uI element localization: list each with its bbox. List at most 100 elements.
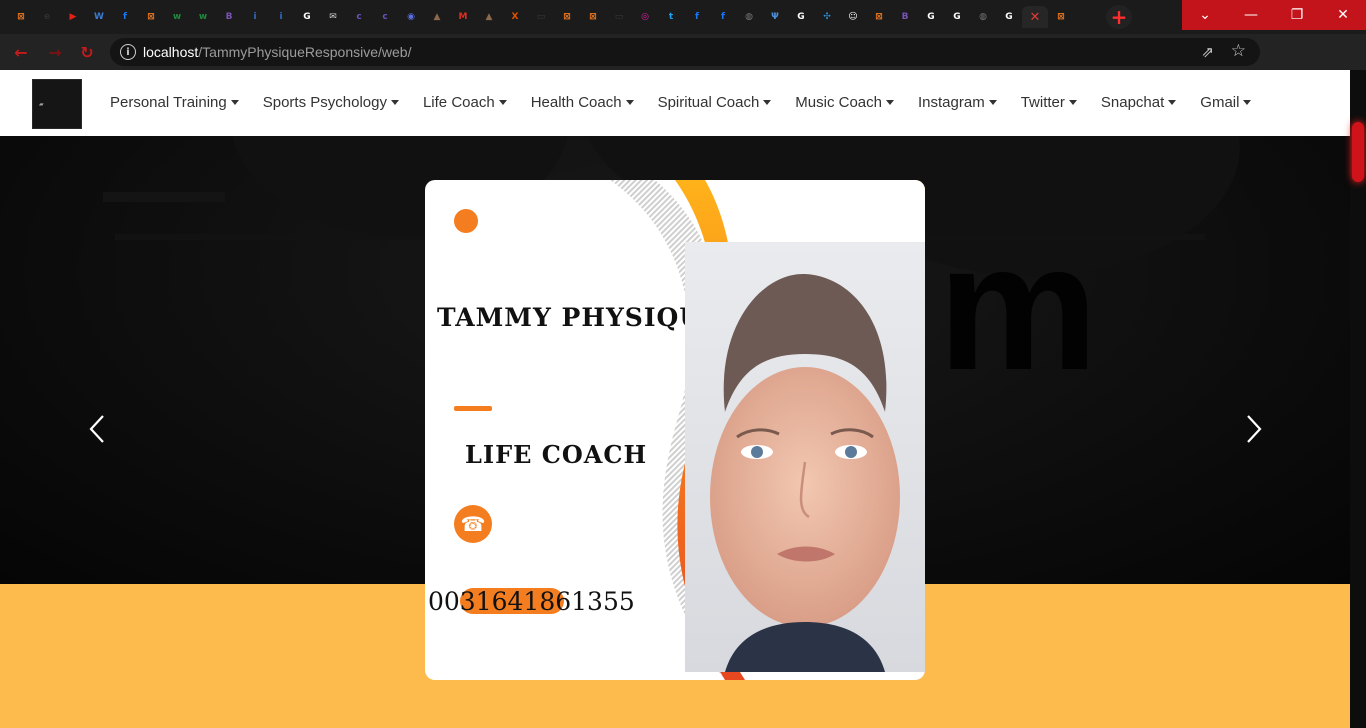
browser-tab[interactable]: ⊠ (1048, 6, 1074, 28)
browser-tab[interactable]: ✉ (320, 6, 346, 28)
browser-tab[interactable]: ◍ (736, 6, 762, 28)
browser-tab[interactable]: G (944, 6, 970, 28)
browser-tab[interactable]: ▶ (60, 6, 86, 28)
minimize-button[interactable]: — (1228, 0, 1274, 30)
browser-tab-strip: ⊠ e ▶ Wf ⊠ w w Bi i G ✉ c c ◉ ▲ M ▲ X ▭ ⊠ ⊠ ▭ ◎ t f f ◍ Ψ G ✣ ☺ ⊠ B G G ◍ G ✕… (0, 0, 1366, 34)
nav-item-snapchat[interactable]: Snapchat (1101, 94, 1177, 111)
facebook-icon: f (721, 11, 725, 22)
phone-icon: ☎ (454, 505, 492, 543)
nav-item-sports-psychology[interactable]: Sports Psychology (263, 94, 399, 111)
twitter-icon: t (668, 11, 674, 22)
browser-tab[interactable]: ⊠ (554, 6, 580, 28)
snapchat-icon: ☺ (848, 11, 858, 22)
reload-icon[interactable]: ↻ (76, 41, 98, 63)
browser-tab[interactable]: ▲ (424, 6, 450, 28)
google-icon: G (303, 11, 311, 22)
browser-tab[interactable]: f (112, 6, 138, 28)
dark-icon: ▭ (614, 11, 624, 22)
browser-tab[interactable]: f (684, 6, 710, 28)
browser-tab[interactable]: i (268, 6, 294, 28)
bookmark-star-icon[interactable]: ☆ (1231, 41, 1246, 61)
tab-search-chevron-icon[interactable]: ⌄ (1182, 0, 1228, 30)
nav-item-music-coach[interactable]: Music Coach (795, 94, 894, 111)
carousel-prev-icon[interactable] (88, 414, 108, 444)
browser-tab[interactable]: G (918, 6, 944, 28)
browser-tab[interactable]: G (996, 6, 1022, 28)
page-scrollbar[interactable] (1350, 70, 1366, 728)
url-path: /TammyPhysiqueResponsive/web/ (198, 44, 412, 60)
browser-tab[interactable]: X (502, 6, 528, 28)
browser-tab[interactable]: ◎ (632, 6, 658, 28)
site-info-icon[interactable]: i (120, 44, 136, 60)
address-bar[interactable]: i localhost/TammyPhysiqueResponsive/web/… (110, 38, 1260, 66)
new-tab-button[interactable]: + (1106, 5, 1132, 29)
browser-tab[interactable]: t (658, 6, 684, 28)
browser-tab[interactable]: ▭ (606, 6, 632, 28)
browser-tab[interactable]: ☺ (840, 6, 866, 28)
card-name: TAMMY PHYSIQUE (437, 303, 723, 332)
nav-item-instagram[interactable]: Instagram (918, 94, 997, 111)
url-text[interactable]: localhost/TammyPhysiqueResponsive/web/ (143, 44, 411, 60)
webflow-icon: w (198, 11, 208, 22)
browser-tab[interactable]: ◉ (398, 6, 424, 28)
nav-item-twitter[interactable]: Twitter (1021, 94, 1077, 111)
browser-tab[interactable]: G (294, 6, 320, 28)
browser-tab[interactable]: e (34, 6, 60, 28)
site-logo[interactable]: ▰ (32, 79, 82, 129)
url-host: localhost (143, 44, 199, 60)
caret-down-icon (763, 100, 772, 105)
nav-item-health-coach[interactable]: Health Coach (531, 94, 634, 111)
portrait-photo (685, 242, 925, 672)
browser-tab[interactable]: ⊠ (866, 6, 892, 28)
browser-tab[interactable]: ⊠ (8, 6, 34, 28)
browser-tab[interactable]: i (242, 6, 268, 28)
nav-item-gmail[interactable]: Gmail (1200, 94, 1252, 111)
nav-item-life-coach[interactable]: Life Coach (423, 94, 507, 111)
youtube-icon: ▶ (69, 11, 77, 22)
browser-tab[interactable]: Ψ (762, 6, 788, 28)
xampp-icon: ⊠ (17, 11, 25, 22)
share-icon[interactable]: ⇗ (1201, 43, 1214, 61)
instagram-icon: ◎ (641, 11, 649, 22)
browser-tab[interactable]: B (216, 6, 242, 28)
scrollbar-thumb[interactable] (1352, 122, 1364, 182)
browser-tab[interactable]: B (892, 6, 918, 28)
xampp-icon: ⊠ (1057, 11, 1065, 22)
bootstrap-icon: B (225, 11, 233, 22)
back-arrow-icon[interactable]: ← (10, 41, 32, 63)
page-viewport: ▰ Personal Training Sports Psychology Life… (0, 70, 1350, 728)
nav-item-personal-training[interactable]: Personal Training (110, 94, 239, 111)
browser-tab[interactable]: ✣ (814, 6, 840, 28)
xampp-icon: ⊠ (147, 11, 155, 22)
forward-arrow-icon[interactable]: → (44, 41, 66, 63)
webflow-icon: w (172, 11, 182, 22)
browser-tab[interactable]: c (372, 6, 398, 28)
browser-tab[interactable]: c (346, 6, 372, 28)
browser-tab[interactable]: ▲ (476, 6, 502, 28)
close-tab-icon[interactable]: ✕ (1030, 10, 1041, 25)
browser-tab[interactable]: ◍ (970, 6, 996, 28)
browser-tab[interactable]: ⊠ (138, 6, 164, 28)
browser-toolbar: ← → ↻ i localhost/TammyPhysiqueResponsiv… (0, 34, 1366, 97)
caret-down-icon (230, 100, 239, 105)
caret-down-icon (1243, 100, 1252, 105)
caret-down-icon (988, 100, 997, 105)
tab-list: ⊠ e ▶ Wf ⊠ w w Bi i G ✉ c c ◉ ▲ M ▲ X ▭ ⊠ ⊠ ▭ ◎ t f f ◍ Ψ G ✣ ☺ ⊠ B G G ◍ G ✕… (8, 6, 1074, 28)
browser-tab[interactable]: M (450, 6, 476, 28)
nav-item-spiritual-coach[interactable]: Spiritual Coach (658, 94, 772, 111)
browser-tab[interactable]: W (86, 6, 112, 28)
browser-tab[interactable]: ⊠ (580, 6, 606, 28)
carousel-next-icon[interactable] (1243, 414, 1263, 444)
restore-button[interactable]: ❐ (1274, 0, 1320, 30)
hero-bg-letter: m (938, 207, 1099, 408)
browser-tab[interactable]: w (190, 6, 216, 28)
card-phone: 0031641861355 (428, 587, 635, 616)
browser-tab[interactable]: ▭ (528, 6, 554, 28)
dark-icon: ▭ (536, 11, 546, 22)
browser-tab[interactable]: w (164, 6, 190, 28)
close-window-button[interactable]: ✕ (1320, 0, 1366, 30)
dots-icon: ✣ (823, 11, 831, 22)
browser-tab[interactable]: f (710, 6, 736, 28)
browser-tab[interactable]: G (788, 6, 814, 28)
browser-tab-active[interactable]: ✕ (1022, 6, 1048, 28)
